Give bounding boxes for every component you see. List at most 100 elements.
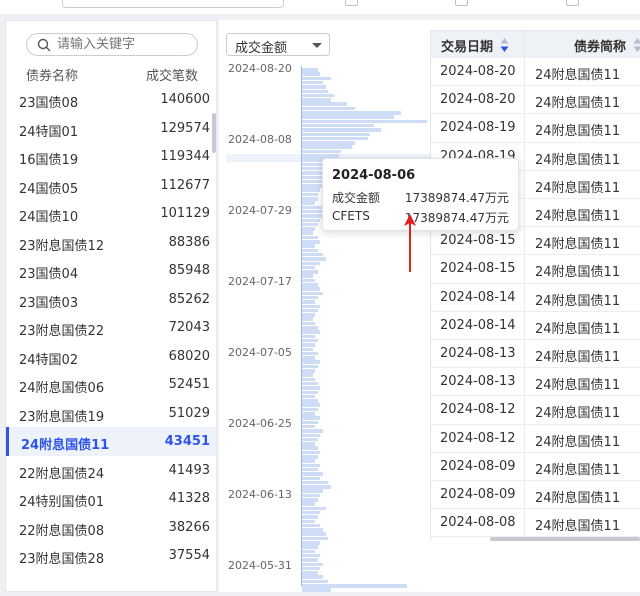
list-item[interactable]: 24特别国债01 41328 — [6, 484, 216, 513]
chart-bar[interactable] — [302, 136, 368, 141]
chart-bar[interactable] — [302, 450, 321, 455]
list-item[interactable]: 24附息国债06 52451 — [6, 370, 216, 399]
chart-bar[interactable] — [302, 257, 326, 261]
chart-bar[interactable] — [302, 111, 401, 115]
chart-bar[interactable] — [302, 72, 321, 76]
chart-bar[interactable] — [302, 381, 318, 386]
chart-bar[interactable] — [302, 265, 316, 270]
chart-bar[interactable] — [302, 364, 318, 369]
chart-bar[interactable] — [302, 386, 321, 390]
chart-bar[interactable] — [302, 128, 381, 132]
chart-bar[interactable] — [302, 553, 321, 558]
table-row[interactable]: 2024-08-09 24附息国债11 — [431, 453, 640, 481]
chart-bar[interactable] — [302, 308, 318, 313]
list-item[interactable]: 23附息国债19 51029 — [6, 399, 216, 428]
chart-bar[interactable] — [302, 437, 318, 442]
chart-bar[interactable] — [302, 549, 316, 554]
chart-bar[interactable] — [302, 287, 321, 291]
sort-icon[interactable] — [500, 37, 509, 53]
chart-bar[interactable] — [302, 523, 321, 528]
chart-bar[interactable] — [302, 480, 329, 485]
chart-bar[interactable] — [302, 498, 318, 502]
chart-bar[interactable] — [302, 261, 321, 265]
chart-bar[interactable] — [302, 313, 316, 317]
chart-bar[interactable] — [302, 106, 355, 111]
list-item[interactable]: 23国债04 85948 — [6, 256, 216, 285]
chart-bar[interactable] — [302, 89, 329, 93]
chart-bar[interactable] — [302, 338, 318, 343]
chart-bar[interactable] — [302, 115, 395, 119]
chart-bar[interactable] — [302, 545, 318, 549]
chart-bar[interactable] — [302, 197, 318, 201]
chart-bar[interactable] — [302, 123, 375, 128]
table-row[interactable]: 2024-08-12 24附息国债11 — [431, 396, 640, 425]
chart-bar[interactable] — [302, 149, 342, 154]
chart-bar[interactable] — [302, 102, 347, 106]
chart-bar[interactable] — [302, 248, 318, 253]
table-row[interactable]: 2024-08-12 24附息国债11 — [431, 425, 640, 453]
chart-bar[interactable] — [302, 93, 334, 98]
chart-bar[interactable] — [302, 584, 408, 588]
table-row[interactable]: 2024-08-15 24附息国债11 — [431, 227, 640, 256]
chart-bar[interactable] — [302, 347, 313, 351]
search-box[interactable] — [26, 33, 198, 56]
chart-bar[interactable] — [302, 390, 318, 394]
chart-bar[interactable] — [302, 566, 321, 571]
chart-bar[interactable] — [302, 252, 324, 257]
header-trade-count[interactable]: 成交笔数 — [146, 65, 198, 84]
chart-bar[interactable] — [302, 575, 324, 579]
chart-bar[interactable] — [302, 373, 313, 377]
chart-bar[interactable] — [302, 98, 331, 102]
table-row[interactable]: 2024-08-13 24附息国债11 — [431, 368, 640, 397]
chart-bar[interactable] — [302, 515, 318, 519]
chart-bar[interactable] — [302, 558, 318, 562]
chart-bar[interactable] — [302, 446, 318, 450]
chart-bar[interactable] — [302, 356, 316, 360]
chart-bar[interactable] — [302, 334, 316, 339]
table-row[interactable]: 2024-08-20 24附息国债11 — [431, 58, 640, 87]
search-input[interactable] — [57, 37, 187, 52]
chart-bar[interactable] — [302, 291, 324, 296]
table-row[interactable]: 2024-08-14 24附息国债11 — [431, 284, 640, 312]
table-row[interactable]: 2024-08-20 24附息国债11 — [431, 86, 640, 115]
list-item[interactable]: 22附息国债24 41493 — [6, 456, 216, 485]
chart-bar[interactable] — [302, 399, 318, 403]
top-checkbox-2[interactable] — [455, 0, 468, 6]
chart-bar[interactable] — [302, 493, 321, 498]
chart-bar[interactable] — [302, 317, 313, 321]
chart-bar[interactable] — [302, 235, 318, 240]
list-item[interactable]: 24特国01 129574 — [6, 114, 216, 143]
chart-bar[interactable] — [302, 85, 326, 89]
chart-bar[interactable] — [302, 369, 316, 373]
chart-bar[interactable] — [302, 218, 321, 222]
chart-bar[interactable] — [302, 360, 321, 364]
table-row[interactable]: 2024-08-09 24附息国债11 — [431, 481, 640, 510]
list-item[interactable]: 23附息国债22 72043 — [6, 313, 216, 342]
col-header-date[interactable]: 交易日期 — [441, 36, 493, 55]
top-checkbox-1[interactable] — [345, 0, 358, 6]
chart-bar[interactable] — [302, 321, 316, 326]
metric-select[interactable]: 成交金额 — [226, 33, 330, 56]
top-input[interactable] — [62, 0, 284, 8]
chart-bar[interactable] — [302, 467, 318, 472]
chart-bar[interactable] — [302, 562, 324, 566]
col-header-name[interactable]: 债券简称 — [574, 36, 626, 55]
chart-bar[interactable] — [302, 343, 316, 347]
chart-bar[interactable] — [302, 283, 318, 287]
chart-bar[interactable] — [302, 119, 427, 124]
chart-bar[interactable] — [302, 295, 318, 300]
chart-bar[interactable] — [302, 76, 331, 81]
chart-bar[interactable] — [302, 433, 321, 437]
chart-bar[interactable] — [302, 188, 321, 192]
list-item[interactable]: 24特国02 68020 — [6, 342, 216, 371]
chart-bar[interactable] — [302, 244, 316, 248]
chart-bar[interactable] — [302, 351, 318, 356]
chart-bar[interactable] — [302, 528, 324, 532]
sort-icon[interactable] — [633, 37, 640, 53]
list-item[interactable]: 23国债03 85262 — [6, 285, 216, 314]
chart-bar[interactable] — [302, 579, 329, 584]
chart-bar[interactable] — [302, 394, 316, 399]
chart-bar[interactable] — [302, 442, 316, 446]
chart-bar[interactable] — [302, 571, 318, 575]
chart-bar[interactable] — [302, 80, 324, 85]
